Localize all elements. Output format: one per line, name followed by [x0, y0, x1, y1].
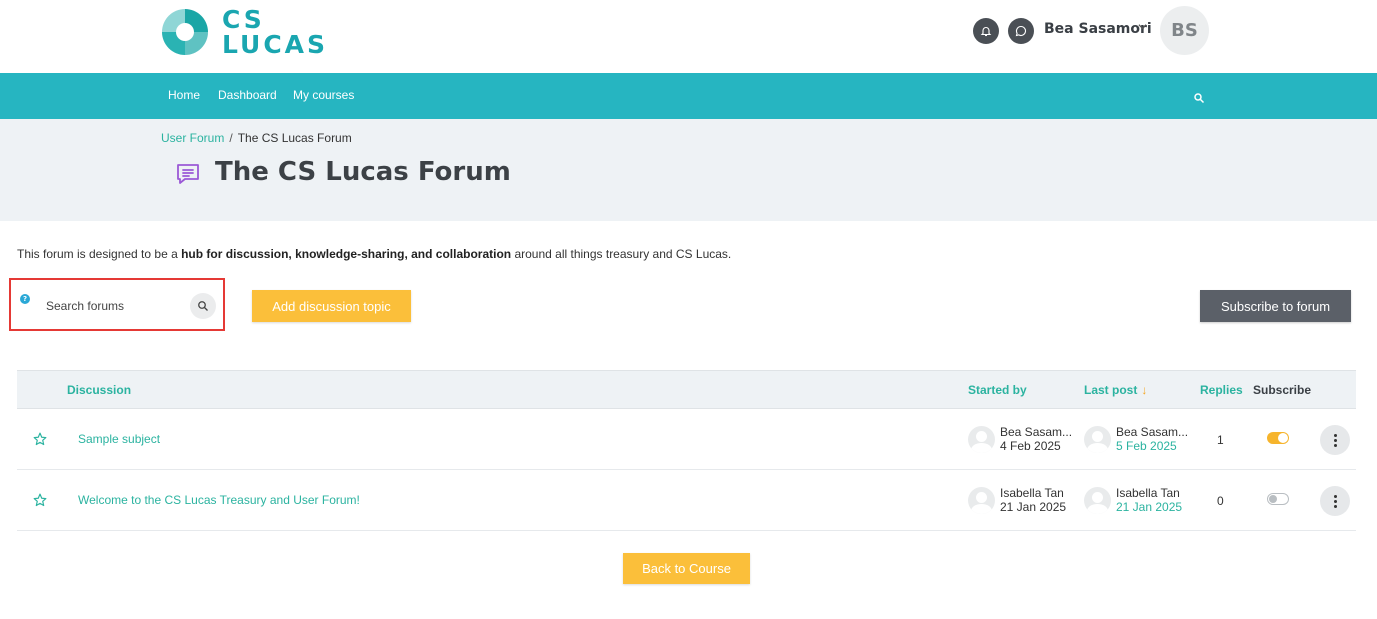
replies-count: 1 — [1217, 433, 1224, 447]
breadcrumb: User Forum / The CS Lucas Forum — [161, 131, 352, 145]
starter-avatar — [968, 426, 995, 453]
messages-button[interactable] — [1008, 18, 1034, 44]
nav-home[interactable]: Home — [168, 88, 200, 102]
table-row: Welcome to the CS Lucas Treasury and Use… — [17, 470, 1356, 531]
row-actions-menu-button[interactable] — [1320, 425, 1350, 455]
site-logo[interactable]: CS LUCAS — [162, 5, 342, 59]
discussion-link[interactable]: Sample subject — [78, 432, 160, 446]
search-icon[interactable] — [1193, 89, 1207, 104]
help-icon[interactable]: ? — [20, 294, 30, 304]
intro-bold: hub for discussion, knowledge-sharing, a… — [181, 247, 512, 261]
logo-line-2: LUCAS — [222, 30, 329, 59]
subscribe-toggle[interactable] — [1267, 432, 1289, 444]
page-header: User Forum / The CS Lucas Forum The CS Luc… — [0, 119, 1377, 221]
last-post-date-link[interactable]: 21 Jan 2025 — [1116, 500, 1182, 514]
last-post-author: Bea Sasam... — [1116, 425, 1189, 439]
breadcrumb-user-forum[interactable]: User Forum — [161, 131, 224, 145]
replies-count: 0 — [1217, 494, 1224, 508]
forum-intro: This forum is designed to be a hub for d… — [17, 247, 732, 261]
subscribe-toggle[interactable] — [1267, 493, 1289, 505]
discussion-link[interactable]: Welcome to the CS Lucas Treasury and Use… — [78, 493, 360, 507]
logo-line-1: CS — [222, 5, 265, 34]
subscribe-to-forum-button[interactable]: Subscribe to forum — [1200, 290, 1351, 322]
last-post-cell: Isabella Tan 21 Jan 2025 — [1116, 486, 1182, 514]
breadcrumb-current: The CS Lucas Forum — [237, 131, 352, 145]
started-date: 21 Jan 2025 — [1000, 500, 1067, 514]
starter-name: Bea Sasam... — [1000, 425, 1073, 439]
add-discussion-topic-button[interactable]: Add discussion topic — [252, 290, 411, 322]
forum-icon — [175, 161, 201, 187]
primary-nav: Home Dashboard My courses — [0, 73, 1377, 119]
row-actions-menu-button[interactable] — [1320, 486, 1350, 516]
table-row: Sample subject Bea Sasam... 4 Feb 2025 B… — [17, 409, 1356, 470]
site-header: CS LUCAS Bea Sasamori BS — [0, 0, 1377, 73]
star-icon[interactable] — [33, 492, 47, 507]
col-subscribe: Subscribe — [1253, 383, 1312, 397]
notifications-button[interactable] — [973, 18, 999, 44]
search-icon — [198, 301, 208, 311]
breadcrumb-separator: / — [229, 131, 233, 145]
discussion-table-header: Discussion Started by Last post ↓ Replies… — [17, 370, 1356, 409]
last-post-author: Isabella Tan — [1116, 486, 1180, 500]
last-post-date-link[interactable]: 5 Feb 2025 — [1116, 439, 1188, 453]
starter-avatar — [968, 487, 995, 514]
star-icon[interactable] — [33, 431, 47, 446]
search-submit-button[interactable] — [190, 293, 216, 319]
starter-name: Isabella Tan — [1000, 486, 1064, 500]
col-replies[interactable]: Replies — [1200, 383, 1243, 397]
user-avatar[interactable]: BS — [1160, 6, 1209, 55]
logo-mark-icon — [162, 9, 208, 55]
back-to-course-button[interactable]: Back to Course — [623, 553, 750, 584]
col-discussion[interactable]: Discussion — [67, 383, 131, 397]
started-date: 4 Feb 2025 — [1000, 439, 1061, 453]
sort-down-icon: ↓ — [1141, 383, 1148, 397]
col-last-post[interactable]: Last post ↓ — [1084, 383, 1147, 397]
last-post-cell: Bea Sasam... 5 Feb 2025 — [1116, 425, 1188, 453]
started-by-cell: Bea Sasam... 4 Feb 2025 — [1000, 425, 1072, 453]
page-title: The CS Lucas Forum — [215, 157, 511, 187]
last-post-avatar — [1084, 426, 1111, 453]
col-started-by[interactable]: Started by — [968, 383, 1027, 397]
chevron-down-icon[interactable] — [1138, 22, 1147, 34]
bell-icon — [980, 27, 992, 37]
started-by-cell: Isabella Tan 21 Jan 2025 — [1000, 486, 1066, 514]
nav-dashboard[interactable]: Dashboard — [218, 88, 277, 102]
last-post-avatar — [1084, 487, 1111, 514]
chat-icon — [1015, 25, 1027, 37]
nav-my-courses[interactable]: My courses — [293, 88, 354, 102]
user-menu-name[interactable]: Bea Sasamori — [1044, 21, 1152, 37]
